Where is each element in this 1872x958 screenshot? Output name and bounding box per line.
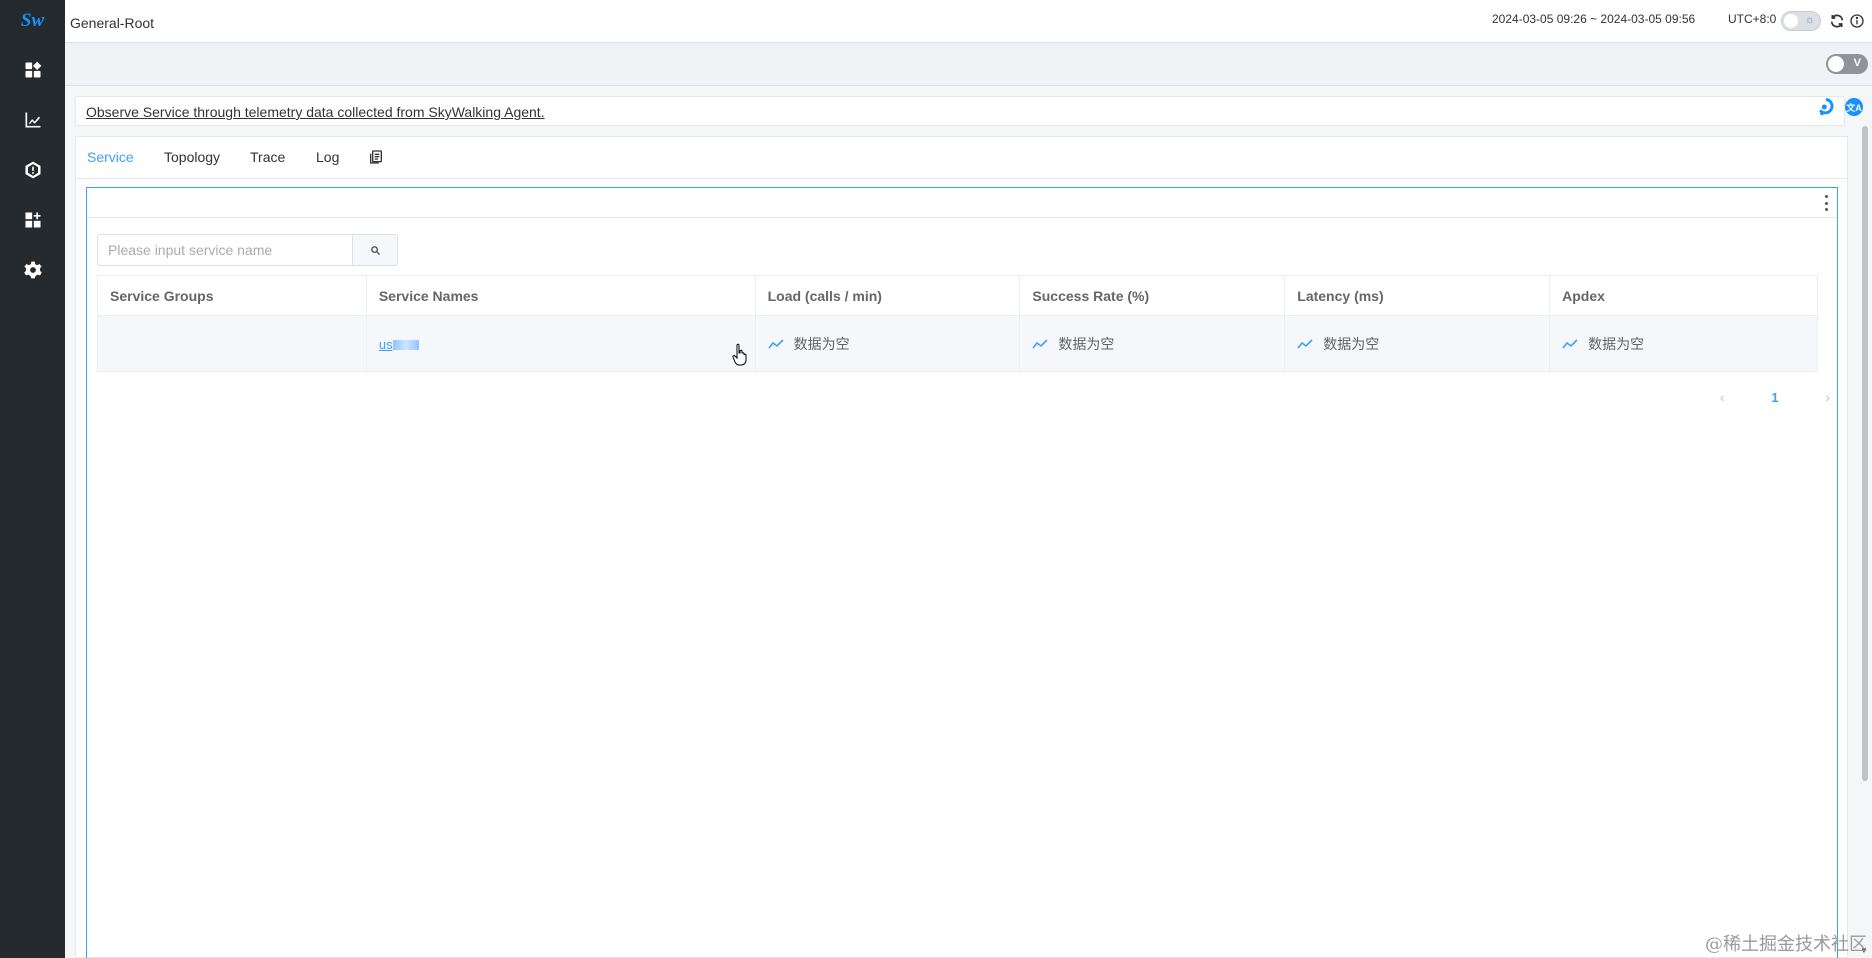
pagination: ‹ 1 ›	[1720, 382, 1830, 412]
widget-header	[87, 188, 1837, 218]
sidebar-item-settings[interactable]	[0, 250, 65, 290]
cell-service-group	[97, 315, 367, 372]
cell-latency: 数据为空	[1284, 315, 1551, 372]
shield-alert-icon	[25, 161, 40, 179]
sidebar-item-metrics[interactable]	[0, 100, 65, 140]
skywalking-assistant-icon[interactable]	[1816, 97, 1836, 117]
next-page-button[interactable]: ›	[1825, 389, 1830, 405]
tab-topology[interactable]: Topology	[164, 149, 220, 165]
trend-line-icon	[1032, 338, 1048, 348]
toggle-knob	[1784, 14, 1798, 28]
cell-service-name: us	[365, 315, 756, 372]
copy-document-icon[interactable]	[368, 149, 384, 165]
load-value: 数据为空	[793, 335, 850, 352]
top-bar: General-Root 2024-03-05 09:26 ~ 2024-03-…	[65, 0, 1872, 43]
page-title: General-Root	[70, 15, 155, 31]
search-icon	[370, 245, 380, 255]
service-name-link[interactable]: us	[379, 337, 419, 352]
trend-line-icon	[767, 338, 784, 348]
chart-icon	[25, 112, 40, 128]
timezone-label[interactable]: UTC+8:0	[1728, 12, 1776, 26]
logo-text: Sw	[20, 10, 45, 31]
theme-toggle[interactable]: ☼	[1781, 11, 1821, 31]
version-toggle[interactable]: V	[1826, 54, 1868, 74]
trend-line-icon	[1562, 338, 1578, 348]
tab-service[interactable]: Service	[87, 149, 134, 165]
cell-success-rate: 数据为空	[1019, 315, 1286, 372]
column-header-load: Load (calls / min)	[754, 275, 1021, 316]
column-header-latency: Latency (ms)	[1284, 275, 1551, 316]
toggle-knob	[1828, 56, 1844, 72]
prev-page-button[interactable]: ‹	[1720, 389, 1725, 405]
table-row: us 数据为空 数据为空 数据为空 数据为空	[97, 315, 1818, 372]
search-button[interactable]	[352, 234, 398, 266]
version-toggle-label: V	[1853, 57, 1861, 69]
service-list-widget: Service Groups Service Names Load (calls…	[86, 187, 1838, 958]
service-name-text: us	[378, 336, 393, 352]
tab-trace[interactable]: Trace	[250, 149, 285, 165]
sidebar: Sw	[0, 0, 65, 958]
gear-icon	[23, 261, 42, 279]
sidebar-item-marketplace[interactable]	[0, 200, 65, 240]
app-logo[interactable]: Sw	[0, 0, 65, 42]
latency-value: 数据为空	[1323, 335, 1380, 352]
description-link[interactable]: Observe Service through telemetry data c…	[86, 104, 545, 120]
refresh-button[interactable]	[1828, 12, 1846, 30]
page-number-current[interactable]: 1	[1771, 390, 1778, 405]
watermark: @稀土掘金技术社区	[1705, 934, 1867, 955]
column-header-service-names: Service Names	[365, 275, 756, 316]
refresh-icon	[1830, 14, 1844, 28]
trend-line-icon	[1297, 338, 1313, 348]
cell-load: 数据为空	[754, 315, 1021, 372]
info-icon	[1850, 14, 1864, 28]
apdex-value: 数据为空	[1588, 335, 1645, 352]
page-scrollbar[interactable]	[1862, 126, 1868, 781]
main-panel: Service Topology Trace Log Service Group…	[75, 136, 1848, 958]
search-input[interactable]	[97, 234, 352, 266]
column-header-apdex: Apdex	[1549, 275, 1818, 316]
service-search	[97, 234, 398, 266]
sidebar-item-alerting[interactable]	[0, 150, 65, 190]
hand-cursor-icon	[732, 343, 747, 366]
dashboard-icon	[25, 61, 41, 78]
info-button[interactable]	[1848, 12, 1866, 30]
cell-apdex: 数据为空	[1549, 315, 1818, 372]
redacted-text	[392, 340, 419, 351]
more-options-icon[interactable]	[1823, 195, 1829, 211]
dashboard-description: Observe Service through telemetry data c…	[75, 96, 1845, 126]
widgets-add-icon	[25, 212, 40, 228]
tab-bar: Service Topology Trace Log	[76, 137, 1847, 179]
dashboard-toolbar: V	[65, 43, 1872, 86]
service-table: Service Groups Service Names Load (calls…	[97, 275, 1818, 372]
translate-icon[interactable]: 文A	[1845, 98, 1863, 116]
sidebar-item-dashboard[interactable]	[0, 50, 65, 90]
time-range-picker[interactable]: 2024-03-05 09:26 ~ 2024-03-05 09:56	[1492, 12, 1695, 26]
sun-icon: ☼	[1804, 14, 1815, 26]
column-header-service-groups: Service Groups	[97, 275, 367, 316]
column-header-success-rate: Success Rate (%)	[1019, 275, 1286, 316]
table-header-row: Service Groups Service Names Load (calls…	[97, 275, 1818, 316]
success-rate-value: 数据为空	[1058, 335, 1115, 352]
tab-log[interactable]: Log	[316, 149, 339, 165]
